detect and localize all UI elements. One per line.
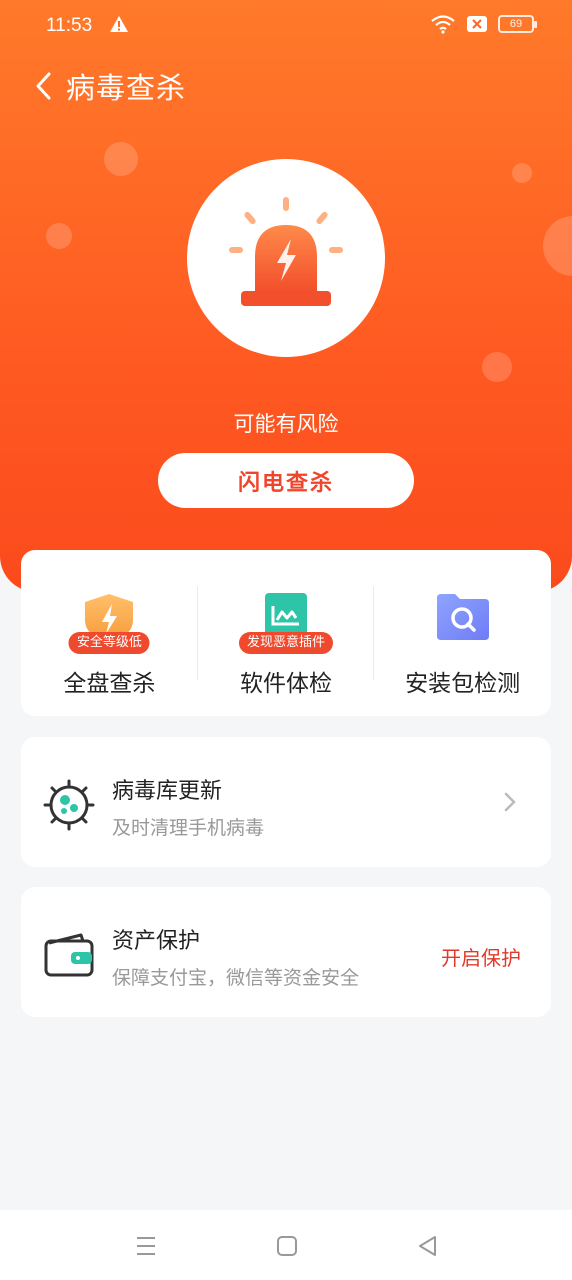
tools-card: 安全等级低 全盘查杀 发现恶意插件 软件体检 安装包检测 [21,550,551,716]
row-title: 病毒库更新 [112,779,223,804]
warning-icon [110,16,128,32]
menu-icon[interactable] [132,1232,160,1260]
chevron-right-icon [504,792,516,812]
back-triangle-icon[interactable] [414,1232,442,1260]
row-title: 资产保护 [112,929,201,954]
decor-bubble [512,163,532,183]
lightning-scan-button[interactable]: 闪电查杀 [158,453,414,508]
enable-protection-button[interactable]: 开启保护 [441,942,521,971]
battery-icon: 69 [498,15,537,33]
tool-full-scan[interactable]: 安全等级低 全盘查杀 [21,550,198,716]
tool-label: 全盘查杀 [63,671,156,697]
status-right: 69 [430,14,537,34]
row-subtitle: 保障支付宝，微信等资金安全 [112,967,360,989]
alarm-siren-icon [229,197,343,306]
tool-package-check[interactable]: 安装包检测 [374,550,551,716]
decor-bubble [46,223,72,249]
virus-db-update-row[interactable]: 病毒库更新 及时清理手机病毒 [21,737,551,867]
chevron-left-icon[interactable] [30,68,56,104]
wifi-icon [431,15,455,34]
system-nav-bar [0,1210,572,1280]
status-time: 11:53 [46,15,93,36]
decor-bubble [104,142,138,176]
page-title: 病毒查杀 [66,71,187,105]
wallet-icon [44,933,94,977]
status-bar: 11:53 69 [0,0,572,52]
decor-bubble [482,352,512,382]
folder-search-icon [436,594,489,640]
tool-label: 软件体检 [240,671,332,697]
tool-badge: 发现恶意插件 [238,632,334,654]
row-subtitle: 及时清理手机病毒 [112,817,265,839]
tool-app-check[interactable]: 发现恶意插件 软件体检 [198,550,375,716]
home-icon[interactable] [273,1232,301,1260]
virus-icon [43,779,95,831]
alarm-badge [187,159,385,357]
battery-level: 69 [509,18,523,30]
sim-off-icon [467,16,487,32]
tool-badge: 安全等级低 [68,632,150,654]
tool-label: 安装包检测 [405,671,521,697]
hero-header: 11:53 69 病毒查杀 可能有风险 闪电查杀 [0,0,572,592]
asset-protection-row[interactable]: 资产保护 保障支付宝，微信等资金安全 开启保护 [21,887,551,1017]
title-bar: 病毒查杀 [30,64,186,108]
risk-status: 可能有风险 [233,412,339,436]
decor-bubble [543,216,572,276]
